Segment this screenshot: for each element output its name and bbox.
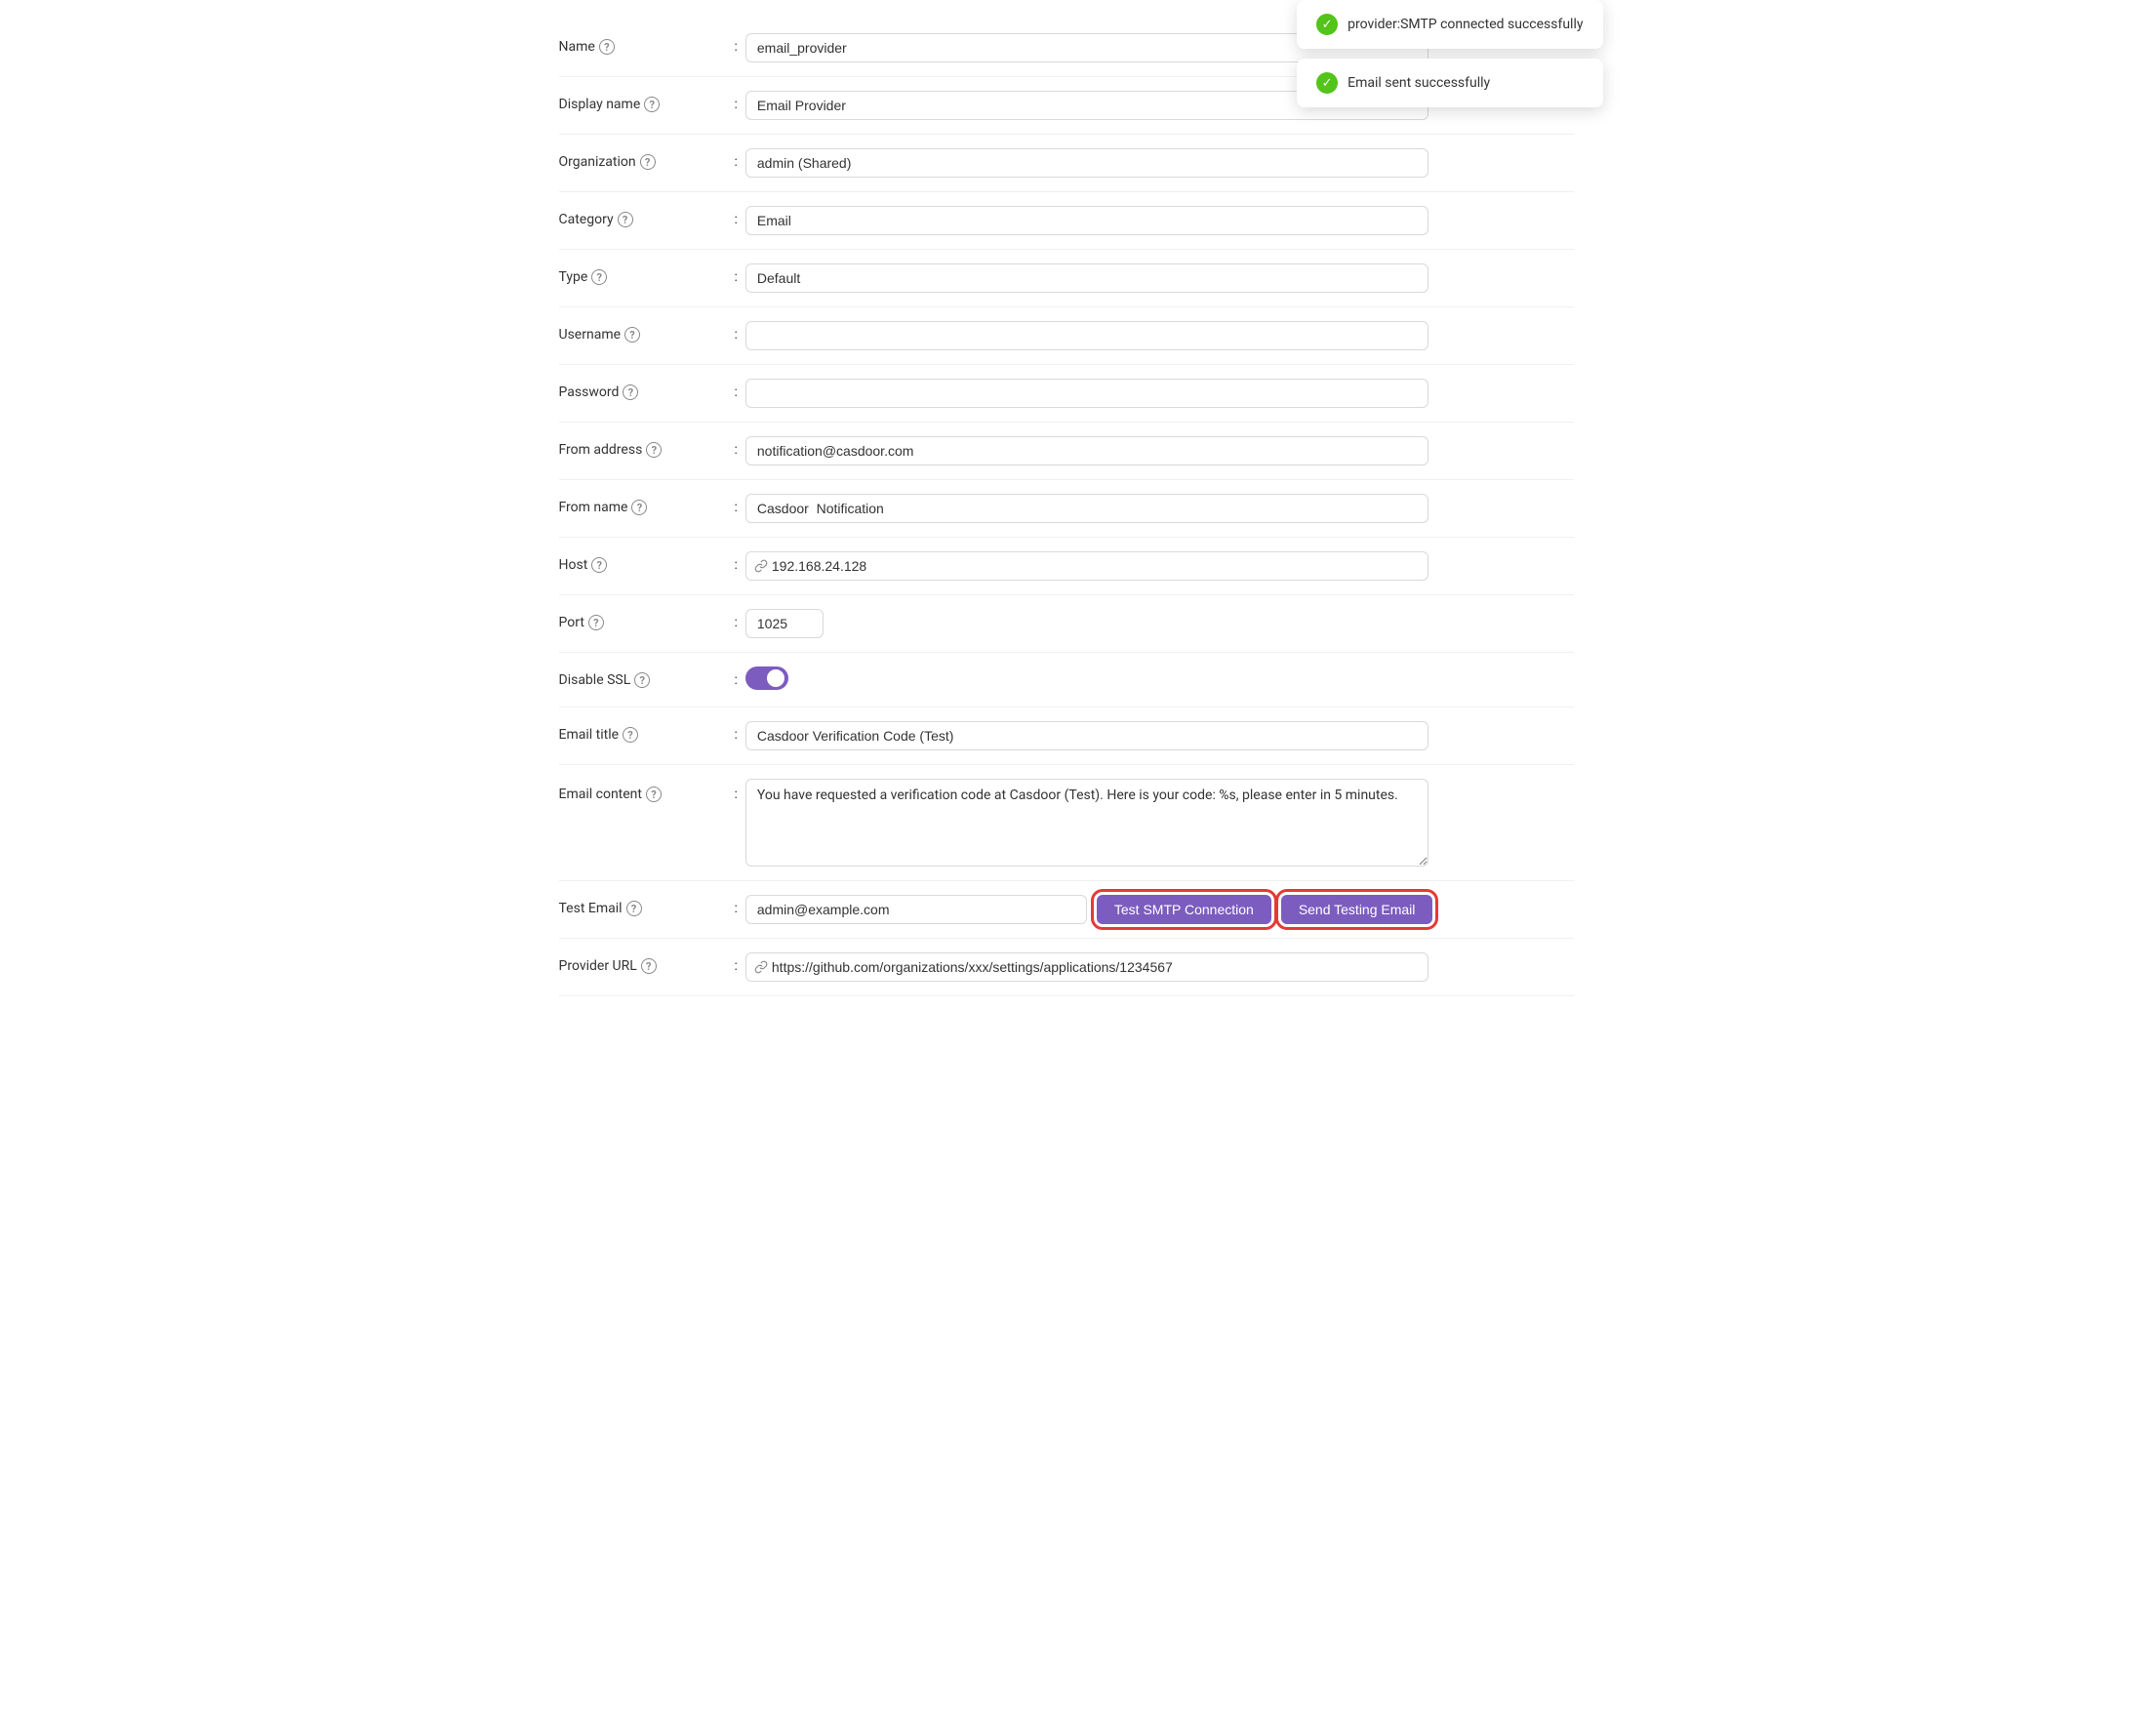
label-from-name: From name ? — [559, 494, 735, 515]
label-email-content: Email content ? — [559, 779, 735, 802]
toast-email-message: Email sent successfully — [1348, 75, 1490, 91]
input-category[interactable] — [745, 206, 1428, 235]
help-icon-host[interactable]: ? — [591, 557, 607, 573]
toast-smtp: ✓ provider:SMTP connected successfully — [1297, 0, 1602, 49]
field-row-disable-ssl: Disable SSL ? : — [559, 653, 1574, 707]
field-row-host: Host ? : — [559, 538, 1574, 595]
input-port[interactable] — [745, 609, 824, 638]
help-icon-category[interactable]: ? — [618, 212, 633, 227]
input-email-title[interactable] — [745, 721, 1428, 750]
label-username: Username ? — [559, 321, 735, 343]
help-icon-test-email[interactable]: ? — [626, 901, 642, 916]
label-from-address: From address ? — [559, 436, 735, 458]
label-type: Type ? — [559, 263, 735, 285]
label-host: Host ? — [559, 551, 735, 573]
input-host[interactable] — [745, 551, 1428, 581]
field-row-password: Password ? : — [559, 365, 1574, 423]
label-disable-ssl: Disable SSL ? — [559, 666, 735, 688]
field-row-from-name: From name ? : — [559, 480, 1574, 538]
input-provider-url[interactable] — [745, 952, 1428, 982]
label-organization: Organization ? — [559, 148, 735, 170]
input-from-address[interactable] — [745, 436, 1428, 465]
help-icon-disable-ssl[interactable]: ? — [634, 672, 650, 688]
help-icon-from-address[interactable]: ? — [646, 442, 662, 458]
help-icon-organization[interactable]: ? — [640, 154, 656, 170]
label-email-title: Email title ? — [559, 721, 735, 743]
field-row-category: Category ? : — [559, 192, 1574, 250]
help-icon-from-name[interactable]: ? — [631, 500, 647, 515]
help-icon-password[interactable]: ? — [623, 384, 638, 400]
label-provider-url: Provider URL ? — [559, 952, 735, 974]
input-organization[interactable] — [745, 148, 1428, 178]
help-icon-email-content[interactable]: ? — [646, 787, 662, 802]
help-icon-username[interactable]: ? — [624, 327, 640, 343]
label-name: Name ? — [559, 33, 735, 55]
input-password[interactable] — [745, 379, 1428, 408]
label-port: Port ? — [559, 609, 735, 630]
input-test-email[interactable] — [745, 895, 1087, 924]
label-category: Category ? — [559, 206, 735, 227]
toast-container: ✓ provider:SMTP connected successfully ✓… — [1297, 0, 1602, 107]
input-type[interactable] — [745, 263, 1428, 293]
help-icon-port[interactable]: ? — [588, 615, 604, 630]
help-icon-provider-url[interactable]: ? — [641, 958, 657, 974]
label-password: Password ? — [559, 379, 735, 400]
label-test-email: Test Email ? — [559, 895, 735, 916]
field-row-email-content: Email content ? : You have requested a v… — [559, 765, 1574, 881]
success-icon-email: ✓ — [1316, 72, 1338, 94]
field-row-type: Type ? : — [559, 250, 1574, 307]
toast-smtp-message: provider:SMTP connected successfully — [1348, 17, 1583, 32]
label-display-name: Display name ? — [559, 91, 735, 112]
success-icon-smtp: ✓ — [1316, 14, 1338, 35]
field-row-username: Username ? : — [559, 307, 1574, 365]
send-testing-email-button[interactable]: Send Testing Email — [1281, 895, 1433, 924]
help-icon-display-name[interactable]: ? — [644, 97, 660, 112]
field-row-email-title: Email title ? : — [559, 707, 1574, 765]
textarea-email-content[interactable]: You have requested a verification code a… — [745, 779, 1428, 867]
help-icon-email-title[interactable]: ? — [623, 727, 638, 743]
toast-email: ✓ Email sent successfully — [1297, 59, 1602, 107]
field-row-port: Port ? : — [559, 595, 1574, 653]
toggle-disable-ssl[interactable] — [745, 666, 788, 690]
field-row-test-email: Test Email ? : Test SMTP Connection Send… — [559, 881, 1574, 939]
help-icon-type[interactable]: ? — [591, 269, 607, 285]
help-icon-name[interactable]: ? — [599, 39, 615, 55]
field-row-from-address: From address ? : — [559, 423, 1574, 480]
input-username[interactable] — [745, 321, 1428, 350]
field-row-provider-url: Provider URL ? : — [559, 939, 1574, 996]
input-from-name[interactable] — [745, 494, 1428, 523]
field-row-organization: Organization ? : — [559, 135, 1574, 192]
test-smtp-button[interactable]: Test SMTP Connection — [1097, 895, 1271, 924]
